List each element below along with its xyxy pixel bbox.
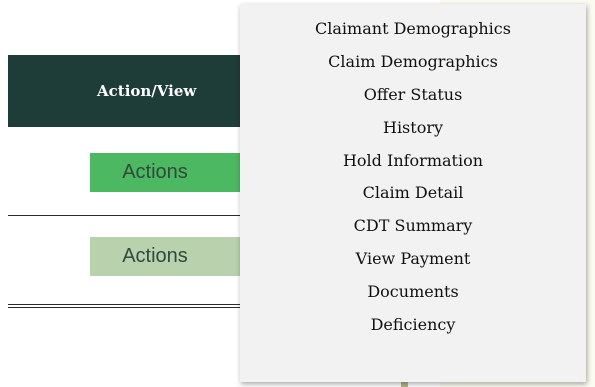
menu-item-cdt-summary[interactable]: CDT Summary bbox=[240, 210, 586, 243]
menu-item-claim-detail[interactable]: Claim Detail bbox=[240, 177, 586, 210]
actions-button-row-1[interactable]: Actions bbox=[90, 153, 240, 192]
menu-item-claim-demographics[interactable]: Claim Demographics bbox=[240, 46, 586, 79]
actions-button-row-2[interactable]: Actions bbox=[90, 237, 240, 276]
action-view-column-header: Action/View bbox=[8, 55, 240, 127]
actions-button-label: Actions bbox=[122, 245, 188, 267]
row-divider bbox=[8, 215, 240, 216]
menu-item-deficiency[interactable]: Deficiency bbox=[240, 309, 586, 342]
menu-item-claimant-demographics[interactable]: Claimant Demographics bbox=[240, 13, 586, 46]
menu-item-history[interactable]: History bbox=[240, 112, 586, 145]
column-header-label: Action/View bbox=[97, 82, 197, 100]
actions-button-label: Actions bbox=[122, 161, 188, 183]
menu-item-offer-status[interactable]: Offer Status bbox=[240, 79, 586, 112]
table-bottom-border-double bbox=[8, 307, 240, 308]
menu-item-view-payment[interactable]: View Payment bbox=[240, 243, 586, 276]
actions-dropdown-menu: Claimant Demographics Claim Demographics… bbox=[240, 4, 586, 382]
menu-item-hold-information[interactable]: Hold Information bbox=[240, 145, 586, 178]
menu-item-documents[interactable]: Documents bbox=[240, 276, 586, 309]
table-bottom-border bbox=[8, 304, 240, 305]
